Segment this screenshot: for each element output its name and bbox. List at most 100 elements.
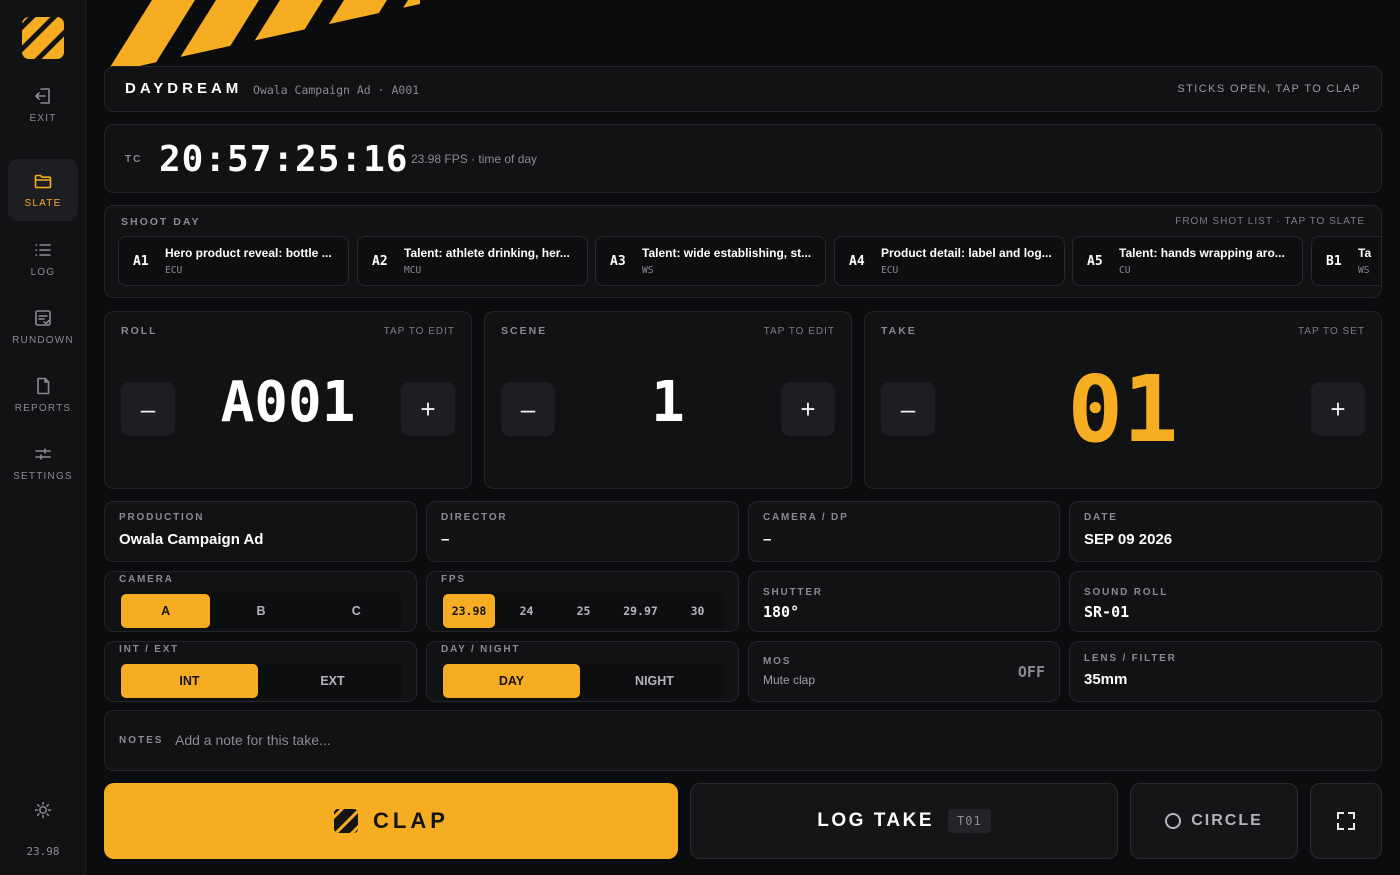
shot-type: WS <box>1358 265 1370 276</box>
fps-option-29-97[interactable]: 29.97 <box>615 594 666 628</box>
clapper-stripes <box>103 0 420 73</box>
folder-icon <box>34 174 52 189</box>
director-field[interactable]: DIRECTOR – <box>426 501 739 562</box>
shot-code: A5 <box>1087 254 1103 269</box>
shoot-day-panel: SHOOT DAY FROM SHOT LIST · TAP TO SLATE … <box>104 205 1382 298</box>
fullscreen-button[interactable] <box>1310 783 1382 859</box>
field-label: INT / EXT <box>119 644 180 655</box>
night-option[interactable]: NIGHT <box>586 664 723 698</box>
roll-decrement-button[interactable]: – <box>121 382 175 436</box>
mos-toggle[interactable]: MOS Mute clap OFF <box>748 641 1060 702</box>
camera-option-b[interactable]: B <box>216 594 305 628</box>
sidebar-item-label: RUNDOWN <box>12 335 74 346</box>
take-decrement-button[interactable]: – <box>881 382 935 436</box>
shot-card[interactable]: A1 Hero product reveal: bottle ... ECU <box>118 236 349 286</box>
roll-label: ROLL <box>121 325 158 337</box>
int-ext-segmented-control: INT EXT <box>120 663 402 699</box>
mos-state: OFF <box>1017 663 1045 681</box>
shot-card[interactable]: A5 Talent: hands wrapping aro... CU <box>1072 236 1303 286</box>
shot-type: ECU <box>881 265 899 276</box>
field-label: DAY / NIGHT <box>441 644 521 655</box>
field-label: FPS <box>441 574 466 585</box>
shot-title: Product detail: label and log... <box>881 246 1052 260</box>
camera-segmented-control: A B C <box>120 593 402 629</box>
sound-roll-field[interactable]: SOUND ROLL SR-01 <box>1069 571 1382 632</box>
fps-option-24[interactable]: 24 <box>501 594 552 628</box>
fps-selector: FPS 23.98 24 25 29.97 30 <box>426 571 739 632</box>
roll-increment-button[interactable]: + <box>401 382 455 436</box>
shot-title: Talent: athlete drinking, her... <box>404 246 570 260</box>
field-label: DATE <box>1084 512 1118 523</box>
app-title: DAYDREAM <box>125 80 243 97</box>
shot-card[interactable]: A4 Product detail: label and log... ECU <box>834 236 1065 286</box>
shot-title: Ta <box>1358 246 1372 260</box>
take-value[interactable]: 01 <box>985 356 1261 463</box>
timecode-meta: 23.98 FPS · time of day <box>411 152 538 166</box>
roll-panel[interactable]: ROLL TAP TO EDIT – A001 + <box>104 311 472 489</box>
shot-code: A4 <box>849 254 865 269</box>
camera-option-a[interactable]: A <box>121 594 211 628</box>
take-increment-button[interactable]: + <box>1311 382 1365 436</box>
field-value: SEP 09 2026 <box>1084 531 1173 548</box>
scene-decrement-button[interactable]: – <box>501 382 555 436</box>
field-label: SHUTTER <box>763 587 823 598</box>
fps-option-25[interactable]: 25 <box>558 594 609 628</box>
day-option[interactable]: DAY <box>443 664 580 698</box>
field-value: 180° <box>763 603 800 621</box>
sidebar-item-log[interactable]: LOG <box>8 228 78 290</box>
production-field[interactable]: PRODUCTION Owala Campaign Ad <box>104 501 417 562</box>
shot-card[interactable]: B1 Ta WS <box>1311 236 1381 286</box>
take-badge: T01 <box>948 809 991 833</box>
sidebar-item-settings[interactable]: SETTINGS <box>8 432 78 494</box>
scene-panel[interactable]: SCENE TAP TO EDIT – 1 + <box>484 311 852 489</box>
notes-input[interactable] <box>175 725 1367 755</box>
scene-value[interactable]: 1 <box>565 370 771 435</box>
field-value: – <box>441 531 450 548</box>
timecode-panel: TC 20:57:25:16 23.98 FPS · time of day <box>104 124 1382 193</box>
lens-filter-field[interactable]: LENS / FILTER 35mm <box>1069 641 1382 702</box>
clapper-icon <box>334 809 359 833</box>
camera-dp-field[interactable]: CAMERA / DP – <box>748 501 1060 562</box>
roll-value[interactable]: A001 <box>185 370 391 435</box>
circle-button[interactable]: CIRCLE <box>1130 783 1298 859</box>
list-icon <box>35 244 51 256</box>
shot-code: B1 <box>1326 254 1342 269</box>
shutter-field[interactable]: SHUTTER 180° <box>748 571 1060 632</box>
date-field[interactable]: DATE SEP 09 2026 <box>1069 501 1382 562</box>
sidebar-item-label: SETTINGS <box>13 471 73 482</box>
field-label: DIRECTOR <box>441 512 508 523</box>
ext-option[interactable]: EXT <box>264 664 401 698</box>
field-label: CAMERA / DP <box>763 512 849 523</box>
camera-option-c[interactable]: C <box>312 594 401 628</box>
sidebar-item-reports[interactable]: REPORTS <box>8 364 78 426</box>
int-option[interactable]: INT <box>121 664 258 698</box>
field-label: SOUND ROLL <box>1084 587 1169 598</box>
sun-icon[interactable] <box>33 800 53 820</box>
scene-label: SCENE <box>501 325 548 337</box>
field-label: LENS / FILTER <box>1084 653 1177 664</box>
field-value: – <box>763 531 772 548</box>
scene-increment-button[interactable]: + <box>781 382 835 436</box>
scene-hint: TAP TO EDIT <box>763 326 835 337</box>
int-ext-selector: INT / EXT INT EXT <box>104 641 417 702</box>
sidebar-item-slate[interactable]: SLATE <box>8 159 78 221</box>
shot-card[interactable]: A3 Talent: wide establishing, st... WS <box>595 236 826 286</box>
clap-hint[interactable]: STICKS OPEN, TAP TO CLAP <box>1177 83 1361 95</box>
field-value: SR-01 <box>1084 603 1130 621</box>
shot-card[interactable]: A2 Talent: athlete drinking, her... MCU <box>357 236 588 286</box>
field-value: 35mm <box>1084 671 1128 688</box>
sidebar-item-label: EXIT <box>29 113 57 124</box>
sidebar-item-rundown[interactable]: RUNDOWN <box>8 296 78 358</box>
log-take-button[interactable]: LOG TAKE T01 <box>690 783 1118 859</box>
shoot-day-label: SHOOT DAY <box>121 216 201 228</box>
fps-option-30[interactable]: 30 <box>672 594 723 628</box>
take-panel[interactable]: TAKE TAP TO SET – 01 + <box>864 311 1382 489</box>
timecode-label: TC <box>125 154 143 165</box>
fps-option-23-98[interactable]: 23.98 <box>443 594 495 628</box>
sidebar-item-exit[interactable]: EXIT <box>8 74 78 136</box>
clap-button[interactable]: CLAP <box>104 783 678 859</box>
notes-panel: NOTES <box>104 710 1382 771</box>
shoot-day-hint: FROM SHOT LIST · TAP TO SLATE <box>1175 216 1365 227</box>
rundown-icon <box>35 310 51 326</box>
shot-code: A1 <box>133 254 149 269</box>
